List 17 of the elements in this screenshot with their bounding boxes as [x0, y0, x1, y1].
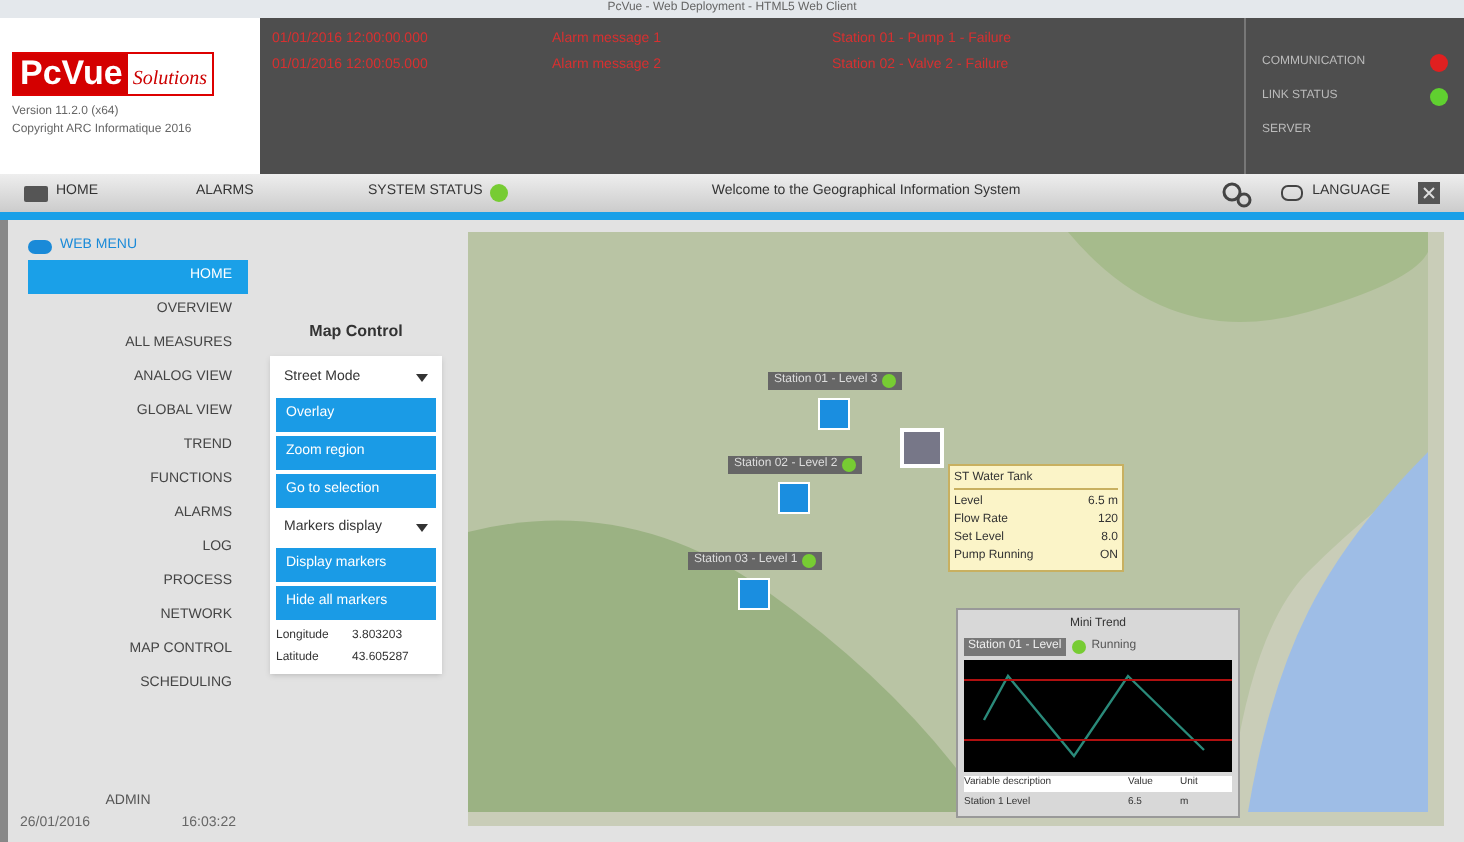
settings-icon[interactable]: [1220, 179, 1253, 207]
status-icon: [1071, 640, 1086, 654]
status-icon: [881, 374, 896, 388]
logo-text: PcVue: [14, 54, 129, 94]
logo-subtext: Solutions: [130, 66, 210, 94]
status-icon: [490, 184, 509, 202]
speech-bubble-icon: [1280, 183, 1305, 203]
status-icon: [841, 458, 856, 472]
map-marker-icon[interactable]: [818, 398, 851, 430]
map-marker-icon[interactable]: [778, 482, 811, 514]
map-marker-icon[interactable]: [738, 578, 771, 610]
menu-icon: [28, 239, 52, 253]
panel-title: Map Control: [309, 320, 403, 344]
close-icon[interactable]: [1418, 182, 1440, 204]
status-icon: [801, 554, 816, 568]
caret-icon: [416, 524, 428, 532]
caret-icon: [416, 374, 428, 382]
